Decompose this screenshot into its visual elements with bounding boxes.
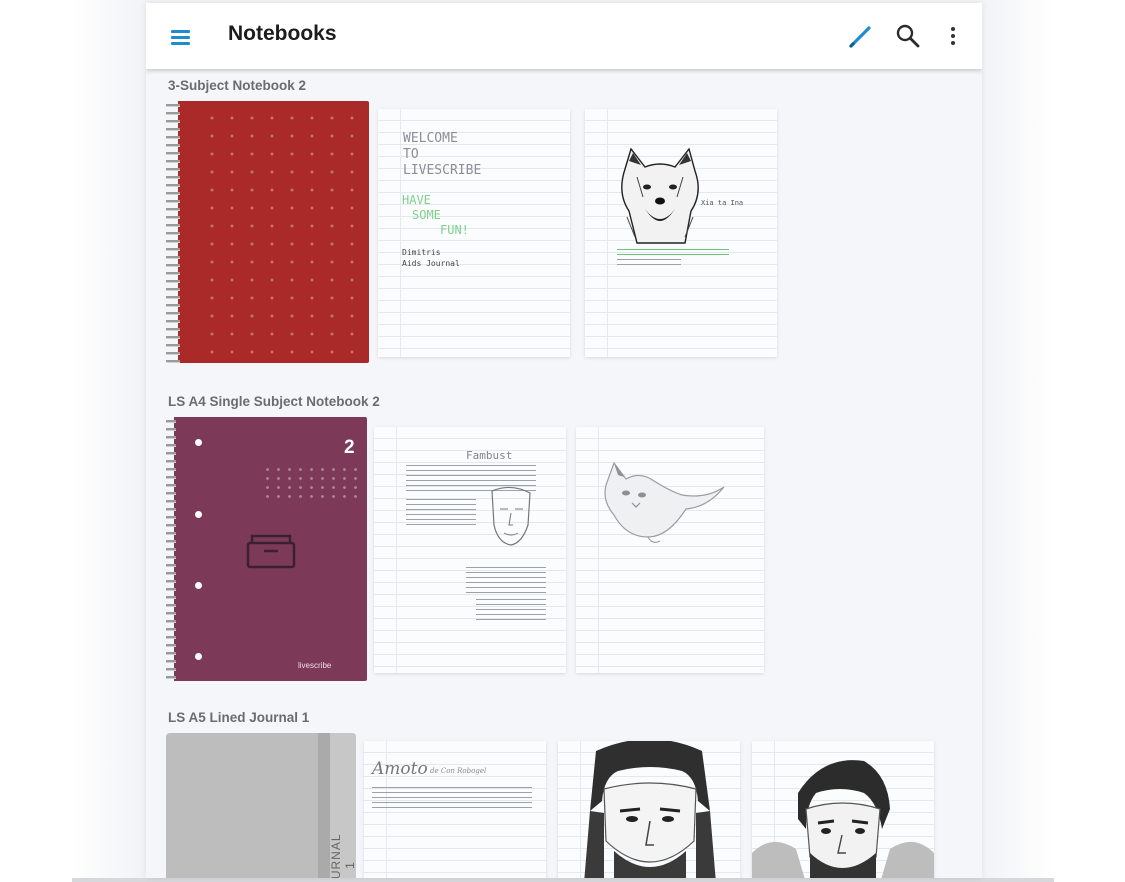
page-scribble xyxy=(476,599,546,621)
app-bar: Notebooks xyxy=(146,3,982,69)
cover-number: 2 xyxy=(344,437,355,458)
page-handwriting: WELCOME TO LIVESCRIBE xyxy=(403,131,481,179)
notebooks-app: Notebooks 3-Subject Notebook 2 WELCOME T… xyxy=(146,3,982,878)
menu-icon[interactable] xyxy=(168,24,194,50)
cover-dot-grid xyxy=(262,465,358,503)
notebook-cover[interactable]: JOURNAL 1 xyxy=(166,733,356,878)
notebook-label: LS A4 Single Subject Notebook 2 xyxy=(168,394,380,409)
cover-brand: livescribe xyxy=(298,661,332,670)
portrait-sketch xyxy=(491,486,531,546)
cover-dot xyxy=(195,511,202,518)
dog-sketch xyxy=(621,147,699,244)
cover-dot xyxy=(195,439,202,446)
page-caption: Xia ta Ina xyxy=(701,199,744,207)
page-scribble xyxy=(466,567,546,593)
bottom-divider xyxy=(72,878,1054,882)
notebook-label: LS A5 Lined Journal 1 xyxy=(168,710,310,725)
cover-dot xyxy=(195,582,202,589)
notebook-cover[interactable]: 2 livescribe xyxy=(166,417,367,681)
cover-spine-text: JOURNAL 1 xyxy=(330,833,356,879)
cat-sketch xyxy=(604,461,725,543)
page-text: FUN! xyxy=(440,223,469,237)
page-subheading: de Con Robogel xyxy=(430,767,487,775)
spiral-binding xyxy=(166,101,180,363)
notebook-page[interactable] xyxy=(576,427,764,673)
page-scribble xyxy=(617,259,681,265)
page-text: SOME xyxy=(412,208,441,222)
page-handwriting-small: Dimitris Aids Journal xyxy=(402,247,460,269)
archive-drawer-icon xyxy=(246,534,296,569)
spiral-binding xyxy=(166,417,176,681)
page-text: Aids Journal xyxy=(402,259,460,268)
page-heading: Fambust xyxy=(466,449,513,462)
page-scribble xyxy=(406,499,476,527)
notebook-label: 3-Subject Notebook 2 xyxy=(168,78,307,93)
page-scribble-green xyxy=(617,249,729,258)
cover-spine-label: JOURNAL 1 xyxy=(330,829,356,879)
notebook-cover[interactable] xyxy=(166,101,369,363)
portrait-sketch xyxy=(752,760,934,878)
page-text: TO xyxy=(403,147,419,162)
page-text: WELCOME xyxy=(403,131,458,146)
notebook-page[interactable]: WELCOME TO LIVESCRIBE HAVE SOME FUN! Dim… xyxy=(378,109,570,357)
portrait-sketch xyxy=(584,741,716,878)
notebook-page[interactable]: Fambust xyxy=(374,427,566,673)
notebook-page[interactable]: Amoto de Con Robogel xyxy=(364,741,546,878)
cover-dot xyxy=(195,653,202,660)
pen-icon[interactable] xyxy=(845,21,875,51)
page-title: Notebooks xyxy=(228,22,337,45)
page-scribble xyxy=(372,787,532,809)
page-heading: Amoto xyxy=(372,759,428,779)
notebook-page[interactable]: Xia ta Ina xyxy=(585,109,777,357)
cover-dot-grid xyxy=(202,109,362,355)
more-vert-icon[interactable] xyxy=(941,21,965,51)
notebook-page[interactable] xyxy=(752,741,934,878)
page-text: HAVE xyxy=(402,193,431,207)
search-icon[interactable] xyxy=(893,21,923,51)
page-text: LIVESCRIBE xyxy=(403,163,482,178)
page-text: Dimitris xyxy=(402,248,441,257)
page-handwriting-green: HAVE SOME FUN! xyxy=(402,193,469,238)
notebook-page[interactable] xyxy=(558,741,740,878)
